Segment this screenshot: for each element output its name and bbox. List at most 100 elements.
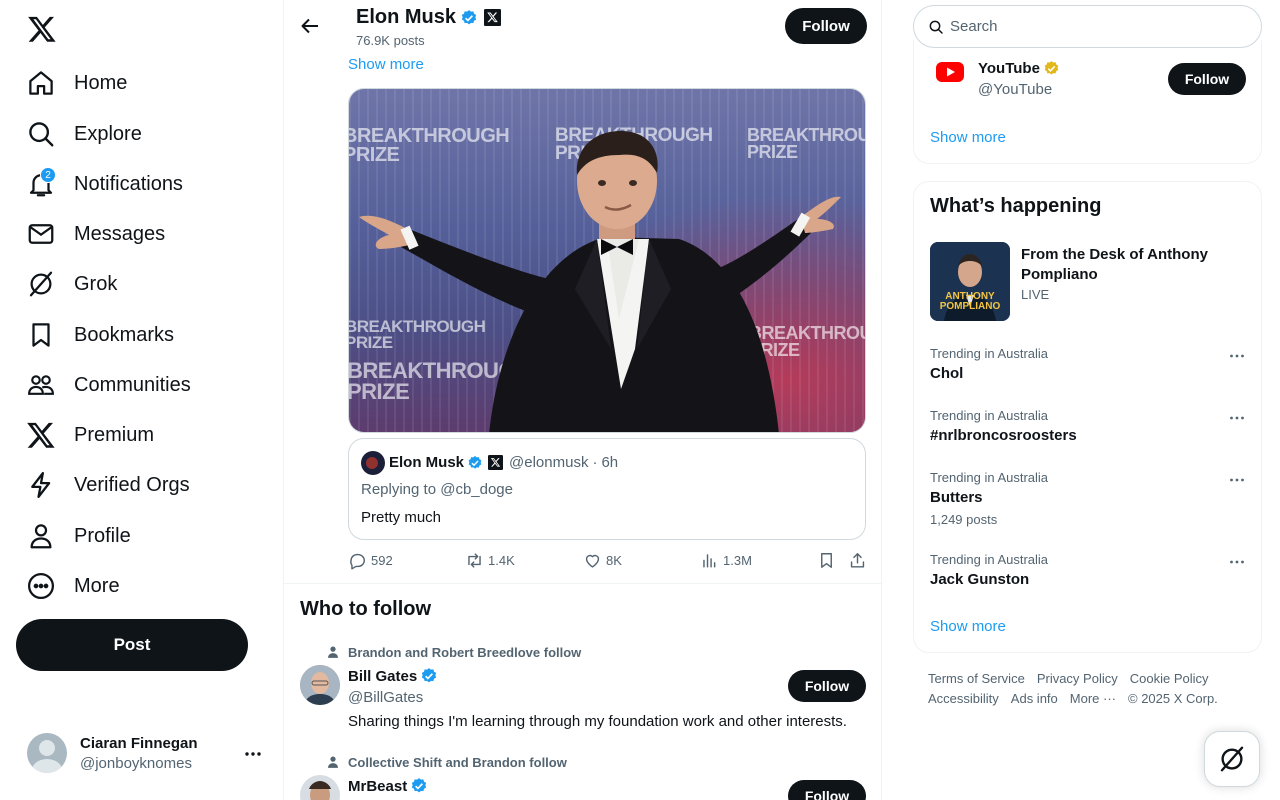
share-button[interactable]	[848, 551, 867, 570]
follow-context: Collective Shift and Brandon follow	[328, 755, 567, 770]
nav-home[interactable]: Home	[26, 63, 127, 103]
x-logo-icon	[26, 420, 56, 450]
grok-floating-button[interactable]	[1204, 731, 1260, 787]
follow-button[interactable]: Follow	[788, 780, 866, 800]
like-button[interactable]: 8K	[583, 551, 622, 570]
show-more-link[interactable]: Show more	[348, 56, 424, 73]
search-input[interactable]	[950, 18, 1230, 35]
trend-item[interactable]: Trending in Australia Jack Gunston	[930, 552, 1048, 588]
avatar[interactable]	[300, 775, 340, 800]
follow-button[interactable]: Follow	[785, 8, 867, 44]
follow-button[interactable]: Follow	[1168, 63, 1246, 95]
trend-context: Trending in Australia	[930, 552, 1049, 567]
suggested-user-name[interactable]: Bill Gates	[348, 667, 438, 685]
nav-messages[interactable]: Messages	[26, 214, 165, 254]
trend-context: Trending in Australia	[930, 408, 1049, 423]
trend-item[interactable]: Trending in Australia Butters 1,249 post…	[930, 470, 1048, 527]
nav-explore[interactable]: Explore	[26, 114, 142, 154]
nav-communities[interactable]: Communities	[26, 365, 191, 405]
suggested-user-name[interactable]: MrBeast	[348, 777, 428, 795]
nav-label: Premium	[74, 423, 155, 446]
reply-button[interactable]: 592	[348, 551, 393, 570]
more-horizontal-icon[interactable]	[1228, 553, 1246, 571]
nav-verified-orgs[interactable]: Verified Orgs	[26, 465, 190, 505]
footer-link[interactable]: Cookie Policy	[1130, 671, 1209, 686]
heart-icon	[585, 554, 600, 568]
footer-link[interactable]: Terms of Service	[928, 671, 1025, 686]
live-status: LIVE	[1021, 287, 1050, 302]
post-count: 76.9K posts	[356, 33, 425, 48]
search-icon	[929, 20, 943, 34]
post-button[interactable]: Post	[16, 619, 248, 671]
footer-link[interactable]: Ads info	[1011, 691, 1058, 706]
footer-link[interactable]: Accessibility	[928, 691, 999, 706]
nav-label: Bookmarks	[74, 323, 175, 346]
search-bar[interactable]	[913, 5, 1262, 48]
account-name: Ciaran Finnegan	[80, 734, 198, 752]
footer-link[interactable]: More ···	[1070, 691, 1116, 706]
trend-item[interactable]: Trending in Australia #nrlbroncosrooster…	[930, 408, 1077, 444]
podcast-thumbnail[interactable]: ANTHONY POMPLIANO	[930, 242, 1010, 321]
quoted-tweet[interactable]: Elon Musk @elonmusk · 6h Replying to @cb…	[348, 438, 866, 540]
views-button[interactable]: 1.3M	[700, 551, 752, 570]
nav-profile[interactable]: Profile	[26, 516, 131, 556]
show-more-link[interactable]: Show more	[930, 129, 1006, 146]
page-title: Elon Musk	[356, 6, 457, 28]
suggested-user-handle: @YouTube	[978, 81, 1053, 98]
bookmark-button[interactable]	[817, 551, 836, 570]
nav-more[interactable]: More	[26, 566, 120, 606]
more-horizontal-icon[interactable]	[1228, 409, 1246, 427]
people-icon	[26, 370, 56, 400]
nav-label: Profile	[74, 524, 131, 547]
repost-icon	[468, 553, 481, 568]
avatar[interactable]	[300, 665, 340, 705]
back-arrow-icon[interactable]	[300, 16, 320, 36]
grok-icon	[1220, 746, 1244, 772]
verified-badge-icon	[422, 668, 437, 683]
profile-header: Elon Musk 76.9K posts Follow	[284, 0, 881, 53]
tweet-photo[interactable]: BREAKTHROUGH PRIZE BREAKTHROUGH PRIZE BR…	[348, 88, 866, 433]
suggested-user-name[interactable]: YouTube	[978, 60, 1060, 77]
nav-bookmarks[interactable]: Bookmarks	[26, 315, 174, 355]
x-logo-icon[interactable]	[27, 14, 57, 44]
left-navigation: Home Explore 2 Notifications Messages Gr…	[0, 0, 283, 800]
quote-author-handle: @elonmusk	[509, 454, 589, 471]
footer-link[interactable]: Privacy Policy	[1037, 671, 1118, 686]
podcast-title[interactable]: From the Desk of Anthony Pompliano	[1021, 245, 1241, 285]
more-horizontal-icon[interactable]	[1228, 347, 1246, 365]
share-icon	[850, 553, 865, 568]
nav-grok[interactable]: Grok	[26, 264, 117, 304]
nav-label: More	[74, 574, 120, 597]
whats-happening-title: What’s happening	[930, 195, 1102, 217]
reply-icon	[350, 553, 365, 570]
reply-count: 592	[371, 553, 393, 568]
lightning-icon	[26, 470, 56, 500]
nav-premium[interactable]: Premium	[26, 415, 154, 455]
repost-button[interactable]: 1.4K	[465, 551, 515, 570]
trend-topic: Butters	[930, 489, 983, 506]
main-column: Elon Musk 76.9K posts Follow Show more B…	[283, 0, 882, 800]
trend-context: Trending in Australia	[930, 470, 1049, 485]
photo-subject	[359, 131, 841, 432]
copyright: © 2025 X Corp.	[1128, 691, 1218, 706]
nav-label: Verified Orgs	[74, 473, 190, 496]
gold-verified-badge-icon	[1044, 61, 1059, 75]
quote-text: Pretty much	[361, 509, 442, 526]
separator-dot: ·	[592, 454, 598, 471]
nav-label: Home	[74, 71, 128, 94]
view-count: 1.3M	[723, 553, 752, 568]
quote-author-name: Elon Musk	[389, 454, 465, 471]
account-switcher[interactable]: Ciaran Finnegan @jonboyknomes	[27, 733, 198, 773]
more-horizontal-icon[interactable]	[243, 744, 263, 764]
youtube-logo-icon[interactable]	[934, 56, 966, 88]
nav-notifications[interactable]: 2 Notifications	[26, 164, 183, 204]
more-horizontal-icon[interactable]	[1228, 471, 1246, 489]
trend-post-count: 1,249 posts	[930, 512, 998, 527]
trend-item[interactable]: Trending in Australia Chol	[930, 346, 1048, 382]
trend-context: Trending in Australia	[930, 346, 1049, 361]
bookmark-icon	[26, 320, 56, 350]
more-circle-icon	[26, 571, 56, 601]
avatar	[27, 733, 67, 773]
follow-button[interactable]: Follow	[788, 670, 866, 702]
show-more-link[interactable]: Show more	[930, 618, 1006, 635]
